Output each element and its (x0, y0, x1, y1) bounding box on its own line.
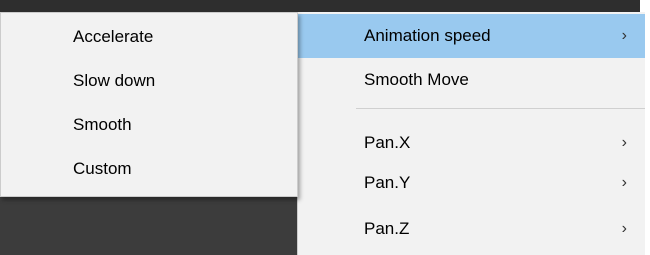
submenu-item-accelerate[interactable]: Accelerate (1, 15, 297, 59)
menu-item-animation-speed[interactable]: Animation speed › (298, 14, 645, 58)
submenu-item-smooth[interactable]: Smooth (1, 103, 297, 147)
context-menu: Animation speed › Smooth Move Pan.X › Pa… (297, 12, 645, 255)
menu-item-pan-z[interactable]: Pan.Z › (298, 207, 645, 251)
application-top-strip (0, 0, 640, 12)
chevron-right-icon: › (621, 27, 627, 44)
menu-item-label: Pan.Z (364, 219, 410, 238)
submenu-item-label: Slow down (73, 71, 156, 90)
submenu-item-label: Accelerate (73, 27, 154, 46)
chevron-right-icon: › (621, 220, 627, 237)
menu-item-smooth-move[interactable]: Smooth Move (298, 58, 645, 102)
submenu-item-slow-down[interactable]: Slow down (1, 59, 297, 103)
menu-item-label: Pan.X (364, 133, 411, 152)
submenu-item-label: Smooth (73, 115, 132, 134)
chevron-right-icon: › (621, 174, 627, 191)
menu-separator (356, 108, 645, 109)
menu-item-pan-x[interactable]: Pan.X › (298, 121, 645, 165)
menu-item-label: Animation speed (364, 26, 491, 45)
submenu-item-custom[interactable]: Custom (1, 147, 297, 191)
animation-speed-submenu: Accelerate Slow down Smooth Custom (0, 12, 298, 197)
submenu-item-label: Custom (73, 159, 132, 178)
menu-item-label: Pan.Y (364, 173, 411, 192)
menu-item-label: Smooth Move (364, 70, 469, 89)
chevron-right-icon: › (621, 134, 627, 151)
menu-item-pan-y[interactable]: Pan.Y › (298, 161, 645, 205)
